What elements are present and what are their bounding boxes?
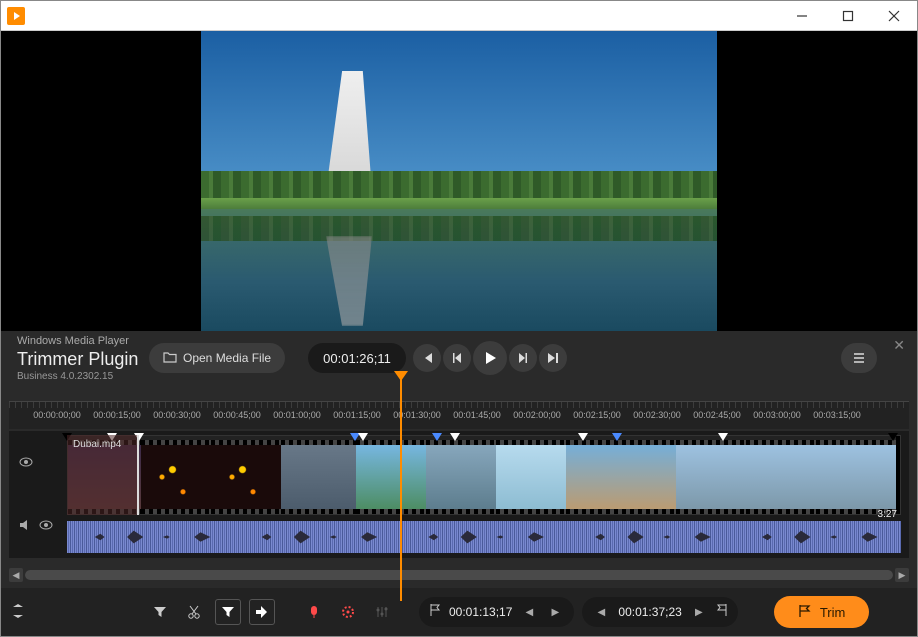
clip-thumbnail[interactable] — [356, 436, 426, 514]
collapse-toggle[interactable] — [13, 604, 31, 621]
out-timecode[interactable]: 00:01:37;23 — [618, 605, 681, 619]
ruler-tick-label: 00:01:30;00 — [393, 410, 441, 420]
time-ruler[interactable]: 00:00:00;00 00:00:15;00 00:00:30;00 00:00:4… — [9, 401, 909, 429]
transport-controls — [413, 343, 567, 373]
scrollbar-track[interactable] — [25, 570, 893, 580]
plugin-title: Trimmer Plugin — [17, 349, 138, 370]
timeline-marker[interactable] — [888, 433, 898, 441]
flag-icon — [429, 603, 441, 622]
timeline-marker[interactable] — [432, 433, 442, 441]
eye-icon[interactable] — [19, 456, 33, 470]
out-point-control: ◀ 00:01:37;23 ▶ — [582, 597, 737, 627]
video-track[interactable] — [67, 435, 901, 515]
clip-thumbnail[interactable] — [496, 436, 566, 514]
clip-thumbnail[interactable] — [426, 436, 496, 514]
timecode-display[interactable]: 00:01:26;11 — [308, 343, 406, 373]
bottom-toolbar: 00:01:13;17 ◀ ▶ ◀ 00:01:37;23 ▶ Trim — [1, 588, 917, 636]
sliders-icon[interactable] — [369, 599, 395, 625]
settings-icon[interactable] — [335, 599, 361, 625]
minimize-button[interactable] — [779, 1, 825, 31]
preview-frame — [201, 31, 717, 331]
plugin-version: Business 4.0.2302.15 — [17, 371, 113, 382]
app-icon — [7, 7, 25, 25]
ruler-tick-label: 00:03:00;00 — [753, 410, 801, 420]
ruler-tick-label: 00:00:45;00 — [213, 410, 261, 420]
timeline-marker[interactable] — [62, 433, 72, 441]
clip-thumbnail[interactable] — [211, 436, 281, 514]
step-back-button[interactable] — [443, 344, 471, 372]
editor-panel: Windows Media Player Trimmer Plugin Busi… — [1, 331, 917, 636]
in-nudge-right[interactable]: ▶ — [546, 603, 564, 621]
open-media-label: Open Media File — [183, 351, 271, 365]
eye-icon[interactable] — [39, 519, 53, 533]
trim-label: Trim — [820, 605, 846, 620]
goto-end-button[interactable] — [539, 344, 567, 372]
play-button[interactable] — [473, 341, 507, 375]
clip-thumbnail[interactable] — [746, 436, 816, 514]
scrollbar-thumb[interactable] — [25, 570, 893, 580]
timecode-value: 00:01:26;11 — [323, 351, 391, 366]
in-nudge-left[interactable]: ◀ — [520, 603, 538, 621]
ruler-tick-label: 00:01:15;00 — [333, 410, 381, 420]
ruler-tick-label: 00:00:00;00 — [33, 410, 81, 420]
folder-icon — [163, 351, 177, 366]
speaker-icon[interactable] — [19, 519, 31, 534]
trim-button[interactable]: Trim — [774, 596, 870, 628]
ruler-tick-label: 00:02:15;00 — [573, 410, 621, 420]
clip-thumbnail[interactable] — [281, 436, 356, 514]
menu-button[interactable] — [841, 343, 877, 373]
in-point-control: 00:01:13;17 ◀ ▶ — [419, 597, 574, 627]
mark-out-icon[interactable] — [249, 599, 275, 625]
record-icon[interactable] — [301, 599, 327, 625]
video-preview[interactable] — [1, 31, 917, 331]
maximize-button[interactable] — [825, 1, 871, 31]
step-forward-button[interactable] — [509, 344, 537, 372]
scroll-left-button[interactable]: ◀ — [9, 568, 23, 582]
clip-thumbnail[interactable] — [141, 436, 211, 514]
filter-icon[interactable] — [147, 599, 173, 625]
clip-duration: 3:27 — [878, 509, 897, 520]
timeline-marker[interactable] — [450, 433, 460, 441]
close-button[interactable] — [871, 1, 917, 31]
timeline-marker[interactable] — [134, 433, 144, 441]
cut-icon[interactable] — [181, 599, 207, 625]
timeline-marker[interactable] — [718, 433, 728, 441]
in-timecode[interactable]: 00:01:13;17 — [449, 605, 512, 619]
ruler-tick-label: 00:02:00;00 — [513, 410, 561, 420]
mark-in-icon[interactable] — [215, 599, 241, 625]
out-nudge-left[interactable]: ◀ — [592, 603, 610, 621]
host-label: Windows Media Player — [17, 335, 129, 347]
open-media-button[interactable]: Open Media File — [149, 343, 285, 373]
ruler-tick-label: 00:03:15;00 — [813, 410, 861, 420]
ruler-tick-label: 00:02:45;00 — [693, 410, 741, 420]
clip-thumbnail[interactable] — [816, 436, 896, 514]
flag-icon — [798, 604, 812, 621]
timeline-marker[interactable] — [578, 433, 588, 441]
ruler-tick-label: 00:02:30;00 — [633, 410, 681, 420]
goto-start-button[interactable] — [413, 344, 441, 372]
close-panel-button[interactable]: ✕ — [893, 337, 905, 354]
clip-filename: Dubai.mp4 — [73, 439, 121, 450]
ruler-tick-label: 00:00:30;00 — [153, 410, 201, 420]
audio-track[interactable] — [67, 521, 901, 553]
ruler-tick-label: 00:01:00;00 — [273, 410, 321, 420]
ruler-tick-label: 00:01:45;00 — [453, 410, 501, 420]
clip-thumbnail[interactable] — [676, 436, 746, 514]
timeline-marker[interactable] — [358, 433, 368, 441]
flag-icon — [716, 603, 728, 622]
window-titlebar — [1, 1, 917, 31]
out-nudge-right[interactable]: ▶ — [690, 603, 708, 621]
scroll-right-button[interactable]: ▶ — [895, 568, 909, 582]
timeline-tracks: Dubai.mp4 3:27 — [9, 431, 909, 558]
timeline-scrollbar: ◀ ▶ — [9, 566, 909, 584]
clip-thumbnail[interactable] — [566, 436, 676, 514]
ruler-tick-label: 00:00:15;00 — [93, 410, 141, 420]
timeline-marker[interactable] — [612, 433, 622, 441]
